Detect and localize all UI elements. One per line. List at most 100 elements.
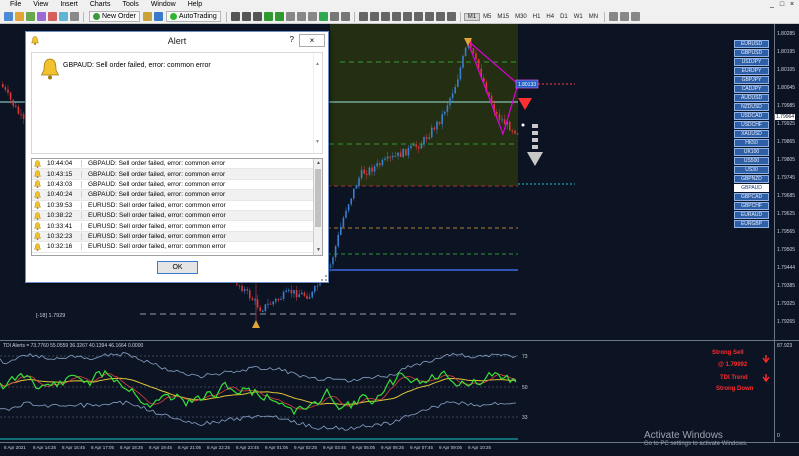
resize-grip-icon[interactable]	[321, 275, 327, 281]
channel-icon[interactable]	[413, 12, 423, 21]
vertical-line-icon[interactable]	[380, 12, 390, 21]
timeframe-m1[interactable]: M1	[463, 12, 481, 21]
alert-row[interactable]: 10:40:24 GBPAUD: Sell order failed, erro…	[32, 190, 314, 201]
symbol-button[interactable]: US30	[734, 166, 769, 174]
symbol-button[interactable]: HK50	[734, 139, 769, 147]
alert-history-list[interactable]: 10:44:04 GBPAUD: Sell order failed, erro…	[31, 158, 323, 256]
scroll-up-icon[interactable]: ▲	[315, 61, 320, 67]
cursor-icon[interactable]	[358, 12, 368, 21]
symbol-button-selected[interactable]: GBPAUD	[734, 184, 769, 192]
tester-icon[interactable]	[70, 12, 79, 21]
print-icon[interactable]	[631, 12, 641, 21]
templates-icon[interactable]	[340, 12, 350, 21]
symbol-button[interactable]: GBPCAD	[734, 193, 769, 201]
candle-body	[516, 133, 519, 135]
menu-window[interactable]: Window	[145, 0, 182, 10]
metaeditor-icon[interactable]	[142, 12, 152, 21]
market-watch-icon[interactable]	[26, 12, 35, 21]
symbol-button[interactable]: EURUSD	[734, 40, 769, 48]
terminal-icon[interactable]	[59, 12, 68, 21]
symbol-button[interactable]: US500	[734, 157, 769, 165]
fibonacci-icon[interactable]	[424, 12, 434, 21]
indicators-icon[interactable]	[318, 12, 328, 21]
menu-view[interactable]: View	[27, 0, 54, 10]
symbol-button[interactable]: USDJPY	[734, 58, 769, 66]
alert-dialog[interactable]: Alert ? × GBPAUD: Sell order failed, err…	[25, 31, 329, 283]
message-scrollbar[interactable]: ▲ ▼	[313, 53, 322, 153]
tdi-indicator-canvas[interactable]: 73 50 33	[0, 341, 774, 442]
menu-file[interactable]: File	[4, 0, 27, 10]
symbol-button[interactable]: EURGBP	[734, 220, 769, 228]
alert-row[interactable]: 10:38:22 EURUSD: Sell order failed, erro…	[32, 211, 314, 222]
timeframe-m5[interactable]: M5	[480, 14, 494, 20]
vps-icon[interactable]	[153, 12, 163, 21]
symbol-button[interactable]: GBPNZD	[734, 175, 769, 183]
zoom-out-icon[interactable]	[274, 12, 284, 21]
chart-shift-icon[interactable]	[307, 12, 317, 21]
alert-row[interactable]: 10:44:04 GBPAUD: Sell order failed, erro…	[32, 159, 314, 170]
data-window-icon[interactable]	[37, 12, 46, 21]
candlesticks-icon[interactable]	[241, 12, 251, 21]
symbol-button[interactable]: AUDUSD	[734, 94, 769, 102]
minimize-button[interactable]: _	[767, 0, 777, 10]
list-scrollbar[interactable]: ▲ ▼	[313, 159, 322, 255]
timeframe-m15[interactable]: M15	[494, 14, 512, 20]
arrows-icon[interactable]	[446, 12, 456, 21]
symbol-button[interactable]: CADJPY	[734, 85, 769, 93]
trendline-icon[interactable]	[402, 12, 412, 21]
alert-row[interactable]: 10:43:03 GBPAUD: Sell order failed, erro…	[32, 180, 314, 191]
zoom-in-icon[interactable]	[263, 12, 273, 21]
close-dialog-button[interactable]: ×	[299, 34, 325, 47]
symbol-button[interactable]: EURAUD	[734, 211, 769, 219]
timeframe-h1[interactable]: H1	[530, 14, 544, 20]
symbol-button[interactable]: USDCHF	[734, 121, 769, 129]
menu-insert[interactable]: Insert	[54, 0, 84, 10]
crosshair-icon[interactable]	[369, 12, 379, 21]
scroll-thumb[interactable]	[315, 169, 321, 227]
menu-tools[interactable]: Tools	[116, 0, 144, 10]
symbol-button[interactable]: USDCAD	[734, 112, 769, 120]
ok-button[interactable]: OK	[157, 261, 198, 274]
menu-charts[interactable]: Charts	[84, 0, 117, 10]
alert-row[interactable]: 10:32:23 EURUSD: Sell order failed, erro…	[32, 231, 314, 243]
tile-windows-icon[interactable]	[285, 12, 295, 21]
alert-titlebar[interactable]: Alert ? ×	[26, 32, 328, 50]
close-window-button[interactable]: ×	[787, 0, 797, 10]
scroll-down-icon[interactable]: ▼	[315, 139, 320, 145]
symbol-button[interactable]: GBPUSD	[734, 49, 769, 57]
screenshot-icon[interactable]	[620, 12, 630, 21]
symbol-button[interactable]: UK100	[734, 148, 769, 156]
timeframe-h4[interactable]: H4	[543, 14, 557, 20]
line-chart-icon[interactable]	[252, 12, 262, 21]
help-button[interactable]: ?	[290, 35, 294, 44]
auto-scroll-icon[interactable]	[296, 12, 306, 21]
symbol-button[interactable]: EURJPY	[734, 67, 769, 75]
symbol-button[interactable]: GBPJPY	[734, 76, 769, 84]
new-chart-icon[interactable]	[4, 12, 13, 21]
text-tool-icon[interactable]	[435, 12, 445, 21]
autotrading-button[interactable]: AutoTrading	[165, 11, 221, 22]
periods-icon[interactable]	[329, 12, 339, 21]
new-order-button[interactable]: New Order	[89, 11, 140, 22]
symbol-button[interactable]: XAUUSD	[734, 130, 769, 138]
profiles-icon[interactable]	[15, 12, 24, 21]
scroll-up-icon[interactable]: ▲	[316, 160, 321, 166]
timeframe-mn[interactable]: MN	[586, 14, 601, 20]
scroll-down-icon[interactable]: ▼	[316, 247, 321, 253]
alert-row[interactable]: 10:39:53 EURUSD: Sell order failed, erro…	[32, 201, 314, 211]
restore-button[interactable]: □	[777, 0, 787, 10]
alert-row[interactable]: 10:43:15 GBPAUD: Sell order failed, erro…	[32, 169, 314, 180]
timeframe-w1[interactable]: W1	[571, 14, 586, 20]
tdi-indicator-panel[interactable]: 73 50 33 TDI Alerts = 73.7760 55.0559 36…	[0, 340, 774, 442]
chart-settings-icon[interactable]	[609, 12, 619, 21]
timeframe-d1[interactable]: D1	[557, 14, 571, 20]
symbol-button[interactable]: GBPCHF	[734, 202, 769, 210]
symbol-button[interactable]: NZDUSD	[734, 103, 769, 111]
timeframe-m30[interactable]: M30	[512, 14, 530, 20]
alert-row[interactable]: 10:33:41 EURUSD: Sell order failed, erro…	[32, 221, 314, 232]
menu-help[interactable]: Help	[182, 0, 208, 10]
alert-row[interactable]: 10:32:16 EURUSD: Sell order failed, erro…	[32, 242, 314, 253]
bar-chart-icon[interactable]	[230, 12, 240, 21]
horizontal-line-icon[interactable]	[391, 12, 401, 21]
navigator-icon[interactable]	[48, 12, 57, 21]
